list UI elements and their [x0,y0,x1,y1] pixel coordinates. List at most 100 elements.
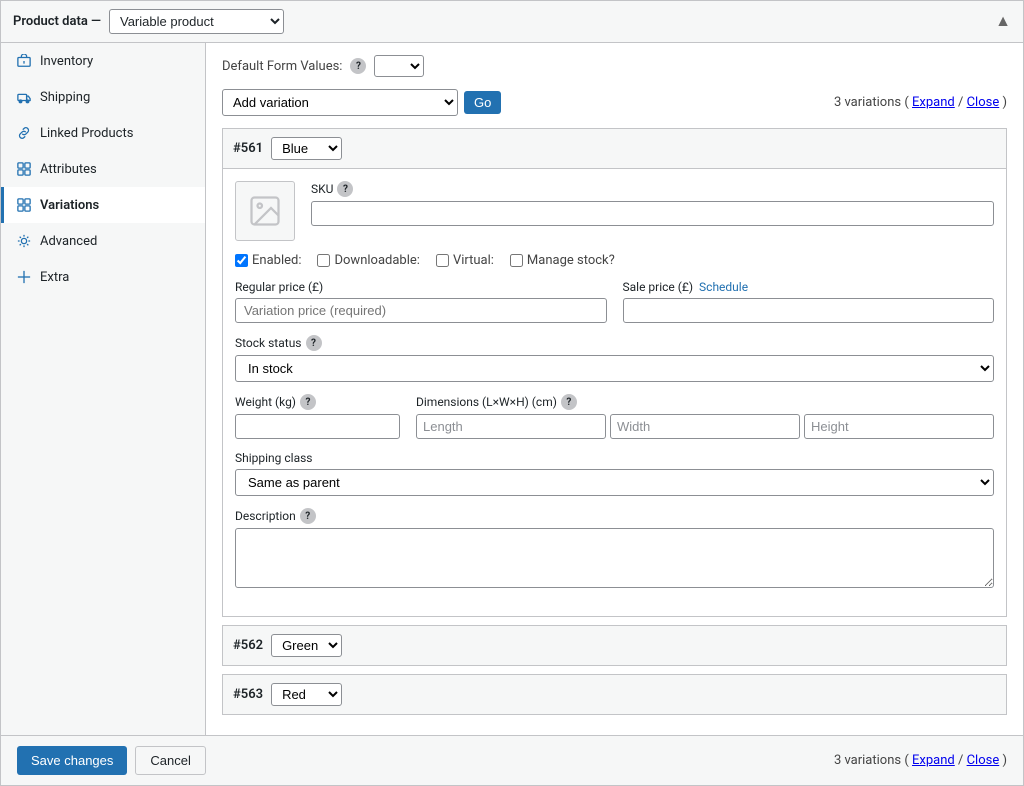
schedule-link[interactable]: Schedule [699,280,748,294]
variation-561-sku-section: SKU ? [311,181,994,241]
description-textarea[interactable] [235,528,994,588]
inventory-label: Inventory [40,54,93,69]
variation-563-block: #563 Blue Green Red [222,674,1007,715]
linked-products-label: Linked Products [40,126,133,141]
width-input[interactable] [610,414,800,439]
collapse-button[interactable]: ▲ [995,13,1011,31]
height-input[interactable] [804,414,994,439]
sku-input[interactable] [311,201,994,226]
dimensions-section: Dimensions (L×W×H) (cm) ? [416,394,994,439]
stock-status-section: Stock status ? In stock Out of stock On … [235,335,994,382]
virtual-checkbox[interactable] [436,254,449,267]
weight-help-icon[interactable]: ? [300,394,316,410]
footer-left: Save changes Cancel [17,746,206,775]
variation-563-header: #563 Blue Green Red [223,675,1006,714]
variations-icon [16,197,32,213]
go-button[interactable]: Go [464,91,501,114]
weight-input[interactable] [235,414,400,439]
sidebar-item-extra[interactable]: Extra [1,259,205,295]
weight-dimensions-row: Weight (kg) ? Dimensions (L×W×H) (cm) ? [235,394,994,439]
variation-561-image[interactable] [235,181,295,241]
stock-status-select[interactable]: In stock Out of stock On backorder [235,355,994,382]
variations-count-bottom: 3 variations ( Expand / Close ) [834,753,1007,768]
default-form-values-label: Default Form Values: [222,59,342,74]
sidebar-item-inventory[interactable]: Inventory [1,43,205,79]
dim-inputs [416,414,994,439]
variation-561-body: SKU ? Enabled: [223,169,1006,616]
expand-link-bottom[interactable]: Expand [912,753,955,768]
attributes-icon [16,161,32,177]
variations-count-top: 3 variations ( Expand / Close ) [834,95,1007,110]
advanced-label: Advanced [40,234,97,249]
shipping-class-section: Shipping class Same as parent No shippin… [235,451,994,496]
virtual-checkbox-label[interactable]: Virtual: [436,253,494,268]
variation-562-header: #562 Blue Green Red [223,626,1006,665]
sidebar-item-variations[interactable]: Variations [1,187,205,223]
length-input[interactable] [416,414,606,439]
extra-icon [16,269,32,285]
shipping-class-label: Shipping class [235,451,994,465]
variations-label: Variations [40,198,99,213]
description-help-icon[interactable]: ? [300,508,316,524]
sidebar-item-shipping[interactable]: Shipping [1,79,205,115]
variation-561-color-select[interactable]: Blue Green Red [271,137,342,160]
regular-price-input[interactable] [235,298,607,323]
downloadable-checkbox-label[interactable]: Downloadable: [317,253,419,268]
sidebar: Inventory Shipping Linked Products Attri… [1,43,206,735]
sidebar-item-linked-products[interactable]: Linked Products [1,115,205,151]
save-changes-button[interactable]: Save changes [17,746,127,775]
add-variation-row-left: Add variation Create variations from all… [222,89,501,116]
downloadable-checkbox[interactable] [317,254,330,267]
inventory-icon [16,53,32,69]
shipping-icon [16,89,32,105]
product-type-select[interactable]: Variable product Simple product Grouped … [109,9,284,34]
dimensions-help-icon[interactable]: ? [561,394,577,410]
default-form-values-help-icon[interactable]: ? [350,58,366,74]
link-icon [16,125,32,141]
sale-price-field: Sale price (£) Schedule [623,280,995,323]
sale-price-input[interactable] [623,298,995,323]
add-variation-select[interactable]: Add variation Create variations from all… [222,89,458,116]
regular-price-field: Regular price (£) [235,280,607,323]
manage-stock-checkbox[interactable] [510,254,523,267]
expand-link-top[interactable]: Expand [912,95,955,110]
shipping-label: Shipping [40,90,90,105]
sku-label: SKU ? [311,181,994,197]
close-link-bottom[interactable]: Close [967,753,1000,768]
close-link-top[interactable]: Close [967,95,1000,110]
variation-563-id: #563 [233,687,263,702]
price-row: Regular price (£) Sale price (£) Schedul… [235,280,994,323]
variations-content: Default Form Values: ? Add variation Cre… [206,43,1023,735]
enabled-checkbox[interactable] [235,254,248,267]
stock-status-help-icon[interactable]: ? [306,335,322,351]
manage-stock-checkbox-label[interactable]: Manage stock? [510,253,615,268]
variation-561-checkboxes: Enabled: Downloadable: Virtual: Man [235,253,994,268]
add-variation-row: Add variation Create variations from all… [222,89,1007,116]
variation-561-top-row: SKU ? [235,181,994,241]
footer: Save changes Cancel 3 variations ( Expan… [1,735,1023,785]
variation-562-id: #562 [233,638,263,653]
variation-562-block: #562 Blue Green Red [222,625,1007,666]
default-form-values-select[interactable] [374,55,424,77]
weight-section: Weight (kg) ? [235,394,400,439]
product-data-label: Product data — [13,14,101,29]
default-form-values-row: Default Form Values: ? [222,55,1007,77]
enabled-checkbox-label[interactable]: Enabled: [235,253,301,268]
sidebar-item-attributes[interactable]: Attributes [1,151,205,187]
sku-help-icon[interactable]: ? [337,181,353,197]
cancel-button[interactable]: Cancel [135,746,205,775]
advanced-icon [16,233,32,249]
dimensions-label: Dimensions (L×W×H) (cm) ? [416,394,994,410]
stock-status-label: Stock status ? [235,335,994,351]
description-section: Description ? [235,508,994,592]
regular-price-label: Regular price (£) [235,280,607,294]
variation-563-color-select[interactable]: Blue Green Red [271,683,342,706]
variation-561-block: #561 Blue Green Red [222,128,1007,617]
variation-562-color-select[interactable]: Blue Green Red [271,634,342,657]
sale-price-label: Sale price (£) Schedule [623,280,995,294]
shipping-class-select[interactable]: Same as parent No shipping class [235,469,994,496]
main-layout: Inventory Shipping Linked Products Attri… [1,43,1023,735]
variation-561-id: #561 [233,141,263,156]
extra-label: Extra [40,270,69,285]
sidebar-item-advanced[interactable]: Advanced [1,223,205,259]
